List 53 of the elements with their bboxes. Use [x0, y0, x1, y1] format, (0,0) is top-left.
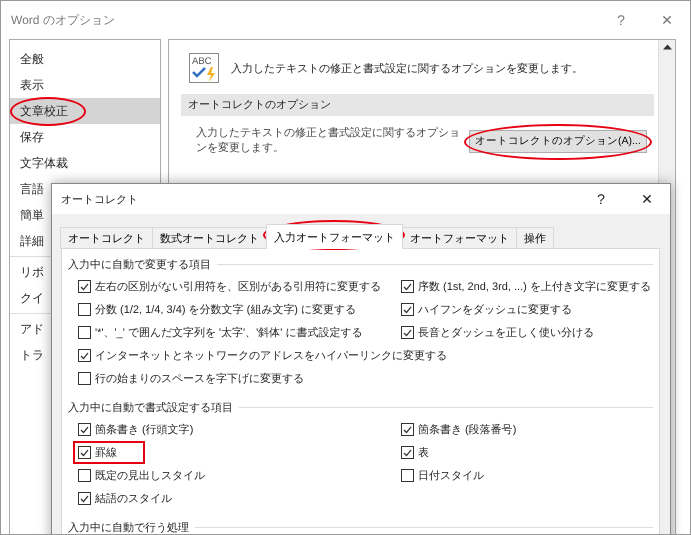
checkbox-label: 行の始まりのスペースを字下げに変更する — [95, 372, 304, 386]
checkbox[interactable] — [78, 303, 91, 316]
help-button[interactable]: ? — [578, 184, 624, 214]
checkbox[interactable] — [78, 423, 91, 436]
abc-check-icon: ABC — [189, 53, 219, 83]
checkbox-label: 既定の見出しスタイル — [95, 468, 205, 483]
tab[interactable]: 入力オートフォーマット — [266, 224, 403, 249]
sidebar-item[interactable]: 表示 — [10, 72, 160, 98]
checkbox-label: 表 — [418, 446, 429, 460]
checkbox[interactable] — [401, 423, 414, 436]
tab[interactable]: オートコレクト — [60, 227, 153, 249]
window-title: Word のオプション — [11, 12, 116, 28]
checkbox-label: 分数 (1/2, 1/4, 3/4) を分数文字 (組み文字) に変更する — [95, 302, 356, 317]
checkbox[interactable] — [78, 469, 91, 482]
close-button[interactable]: ✕ — [644, 5, 690, 35]
sidebar-item[interactable]: 文字体裁 — [10, 150, 160, 176]
checkbox-label: 箇条書き (行頭文字) — [95, 422, 194, 437]
checkbox[interactable] — [78, 349, 91, 362]
checkbox-label: 左右の区別がない引用符を、区別がある引用符に変更する — [95, 280, 381, 294]
checkbox-label: 箇条書き (段落番号) — [418, 422, 516, 437]
checkbox[interactable] — [78, 326, 91, 339]
checkbox[interactable] — [401, 446, 414, 459]
checkbox-label: 罫線 — [95, 446, 117, 460]
checkbox-label: 結語のスタイル — [95, 492, 172, 506]
close-button[interactable]: ✕ — [624, 184, 670, 214]
checkbox-label: 序数 (1st, 2nd, 3rd, ...) を上付き文字に変更する — [418, 280, 651, 294]
autocorrect-options-button[interactable]: オートコレクトのオプション(A)... — [469, 130, 647, 152]
tab[interactable]: 操作 — [516, 227, 554, 249]
checkbox[interactable] — [78, 280, 91, 293]
intro-text: 入力したテキストの修正と書式設定に関するオプションを変更します。 — [231, 62, 583, 76]
sidebar-item[interactable]: 全般 — [10, 46, 160, 72]
checkbox-label: '*'、'_' で囲んだ文字列を '太字'、'斜体' に書式設定する — [95, 326, 362, 340]
description-text: 入力したテキストの修正と書式設定に関するオプションを変更します。 — [196, 126, 461, 156]
section-header: オートコレクトのオプション — [181, 94, 654, 116]
checkbox-label: 長音とダッシュを正しく使い分ける — [418, 326, 594, 340]
sidebar-item[interactable]: 保存 — [10, 124, 160, 150]
checkbox-label: インターネットとネットワークのアドレスをハイパーリンクに変更する — [95, 348, 447, 363]
checkbox[interactable] — [401, 303, 414, 316]
section-title: 入力中に自動で行う処理 — [68, 521, 189, 534]
help-button[interactable]: ? — [598, 5, 644, 35]
checkbox-label: 日付スタイル — [418, 469, 484, 483]
checkbox[interactable] — [401, 326, 414, 339]
checkbox[interactable] — [78, 492, 91, 505]
checkbox[interactable] — [78, 372, 91, 385]
scroll-up-icon[interactable] — [662, 44, 672, 50]
sidebar-item[interactable]: 文章校正 — [10, 98, 160, 124]
checkbox-label: ハイフンをダッシュに変更する — [418, 302, 572, 317]
section-title: 入力中に自動で変更する項目 — [68, 258, 211, 272]
section-title: 入力中に自動で書式設定する項目 — [68, 400, 233, 415]
checkbox[interactable] — [401, 469, 414, 482]
checkbox[interactable] — [401, 280, 414, 293]
dialog-title: オートコレクト — [61, 192, 139, 206]
checkbox[interactable] — [78, 446, 91, 459]
